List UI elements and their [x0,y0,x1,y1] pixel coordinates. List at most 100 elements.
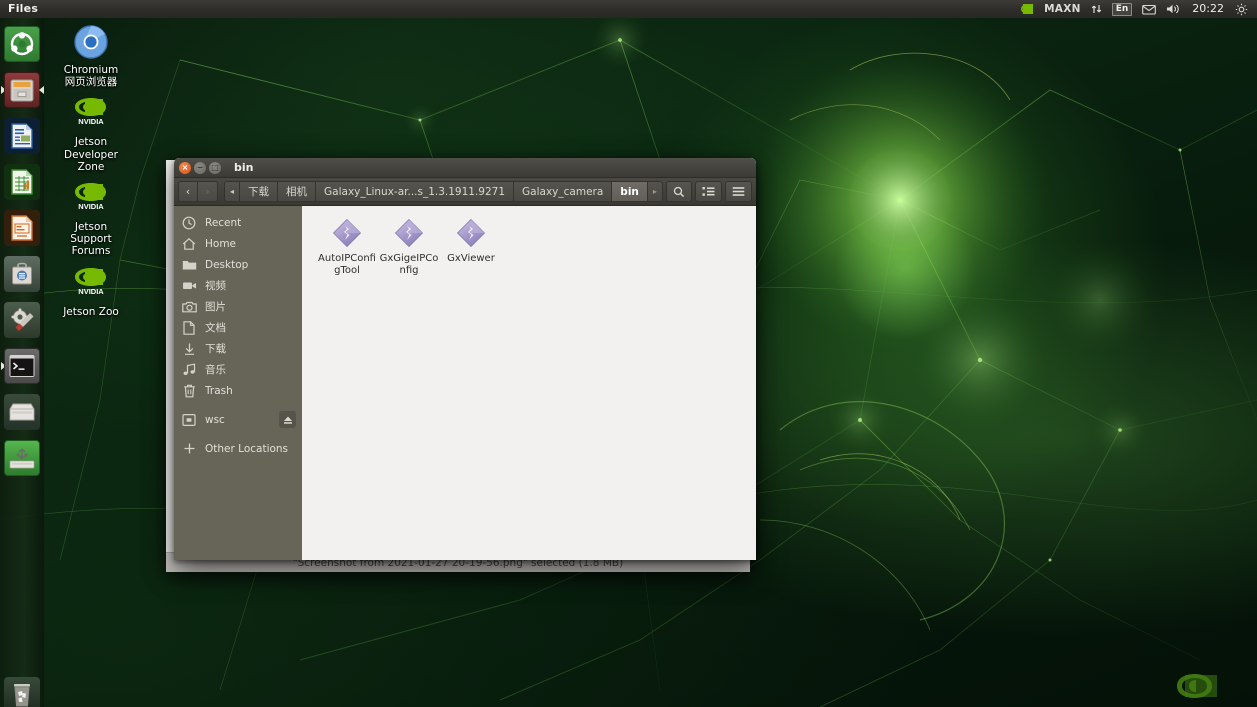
launcher-item-files[interactable] [0,68,44,112]
keyboard-layout-indicator[interactable]: En [1107,0,1138,18]
breadcrumb-item-downloads[interactable]: 下载 [239,181,278,202]
nvidia-logo-icon: NVIDIA [71,179,111,219]
clock-icon [181,215,197,231]
file-item[interactable]: GxViewer [440,216,502,276]
places-sidebar: Recent Home Desktop 视频 图片 文档 下载 音乐 Trash… [174,206,302,560]
sidebar-item-label: Trash [205,384,233,397]
music-note-icon [181,362,197,378]
forward-button[interactable]: › [198,181,218,202]
file-manager-window[interactable]: × − □ bin ‹ › ◂ 下载 相机 Galaxy_Linux-ar...… [174,158,756,560]
file-name: GxViewer [447,253,495,264]
executable-binary-icon [330,216,364,250]
document-icon [181,320,197,336]
search-magnifier-icon[interactable] [666,181,692,202]
desktop-icon-label: Jetson Developer Zone [63,136,118,173]
sidebar-item-downloads[interactable]: 下载 [174,338,302,359]
sidebar-item-documents[interactable]: 文档 [174,317,302,338]
breadcrumb-item-bin[interactable]: bin [611,181,647,202]
launcher-item-libreoffice-calc[interactable] [0,160,44,204]
breadcrumb: ◂ 下载 相机 Galaxy_Linux-ar...s_1.3.1911.927… [224,181,663,202]
desktop-icon-chromium[interactable]: Chromium 网页浏览器 [48,22,134,88]
folder-icon [181,257,197,273]
panel-app-menu[interactable]: Files [0,0,47,18]
sidebar-item-trash[interactable]: Trash [174,380,302,401]
window-titlebar[interactable]: × − □ bin [174,158,756,178]
launcher-item-disk-volume[interactable] [0,390,44,434]
desktop-icon-label: Jetson Support Forums [70,221,112,258]
sidebar-item-label: wsc [205,413,225,426]
launcher-item-usb-volume-wsc[interactable] [0,436,44,480]
breadcrumb-item-camera[interactable]: 相机 [277,181,316,202]
breadcrumb-next-button[interactable]: ▸ [646,181,663,202]
breadcrumb-item-galaxy-linux[interactable]: Galaxy_Linux-ar...s_1.3.1911.9271 [315,181,514,202]
network-updown-icon[interactable] [1086,0,1107,18]
chromium-icon [71,22,111,62]
file-list-view[interactable]: AutoIPConfigTool GxGigeIPConfig GxViewer [302,206,756,560]
sidebar-item-wsc[interactable]: wsc [174,409,302,430]
hamburger-menu-icon[interactable] [725,181,752,202]
breadcrumb-overflow-button[interactable]: ◂ [224,181,240,202]
panel-indicator-tray: MAXN En 20:22 [1013,0,1257,18]
sidebar-item-music[interactable]: 音乐 [174,359,302,380]
power-mode-indicator[interactable]: MAXN [1039,0,1086,18]
sidebar-divider-2 [174,430,302,438]
sidebar-item-label: Home [205,237,237,250]
sidebar-item-home[interactable]: Home [174,233,302,254]
sidebar-item-desktop[interactable]: Desktop [174,254,302,275]
sidebar-item-videos[interactable]: 视频 [174,275,302,296]
sidebar-divider [174,401,302,409]
svg-text:NVIDIA: NVIDIA [78,117,104,126]
photo-camera-icon [181,299,197,315]
sidebar-item-label: Other Locations [205,442,289,455]
desktop-icon-label: Chromium 网页浏览器 [63,64,119,89]
unity-launcher [0,18,44,707]
video-camera-icon [181,278,197,294]
window-title: bin [234,161,254,174]
desktop-icon-jetson-support-forums[interactable]: NVIDIA Jetson Support Forums [48,179,134,258]
window-toolbar: ‹ › ◂ 下载 相机 Galaxy_Linux-ar...s_1.3.1911… [174,178,756,206]
sidebar-item-label: 图片 [205,301,226,313]
launcher-item-libreoffice-writer[interactable] [0,114,44,158]
window-minimize-button[interactable]: − [194,161,206,174]
desktop-icon-jetson-developer-zone[interactable]: NVIDIA Jetson Developer Zone [48,94,134,173]
back-button[interactable]: ‹ [178,181,198,202]
sidebar-item-label: 音乐 [205,364,226,376]
sidebar-item-recent[interactable]: Recent [174,212,302,233]
svg-text:NVIDIA: NVIDIA [78,202,104,211]
desktop-icon-jetson-zoo[interactable]: NVIDIA Jetson Zoo [48,264,134,318]
nvidia-logo-icon: NVIDIA [71,94,111,134]
nvidia-logo-icon[interactable] [1013,0,1039,18]
sidebar-item-label: Desktop [205,258,249,271]
navigation-buttons: ‹ › [178,181,218,202]
desktop-icon-list: Chromium 网页浏览器 NVIDIA Jetson Developer Z… [48,22,134,324]
sidebar-item-label: Recent [205,216,242,229]
home-icon [181,236,197,252]
file-item[interactable]: GxGigeIPConfig [378,216,440,276]
clock-indicator[interactable]: 20:22 [1186,0,1230,18]
window-close-button[interactable]: × [179,161,191,174]
launcher-item-trash[interactable] [0,673,44,707]
launcher-item-terminal[interactable] [0,344,44,388]
nvidia-wallpaper-watermark [1155,671,1251,705]
launcher-item-ubuntu-dash[interactable] [0,22,44,66]
breadcrumb-item-galaxy-camera[interactable]: Galaxy_camera [513,181,612,202]
download-arrow-icon [181,341,197,357]
launcher-item-ubuntu-software[interactable] [0,252,44,296]
top-panel: Files MAXN En 20:22 [0,0,1257,18]
sidebar-item-label: 视频 [205,280,226,292]
volume-speaker-icon[interactable] [1161,0,1186,18]
executable-binary-icon [392,216,426,250]
eject-icon[interactable] [279,411,296,428]
file-item[interactable]: AutoIPConfigTool [316,216,378,276]
window-maximize-button[interactable]: □ [209,161,221,174]
desktop-icon-label: Jetson Zoo [63,305,119,318]
mail-envelope-icon[interactable] [1137,0,1161,18]
launcher-item-system-settings[interactable] [0,298,44,342]
window-body: Recent Home Desktop 视频 图片 文档 下载 音乐 Trash… [174,206,756,560]
keyboard-layout-label: En [1111,2,1133,16]
view-list-icon[interactable] [695,181,722,202]
sidebar-item-pictures[interactable]: 图片 [174,296,302,317]
launcher-item-libreoffice-impress[interactable] [0,206,44,250]
gear-cog-icon[interactable] [1230,0,1253,18]
sidebar-item-other-locations[interactable]: Other Locations [174,438,302,459]
